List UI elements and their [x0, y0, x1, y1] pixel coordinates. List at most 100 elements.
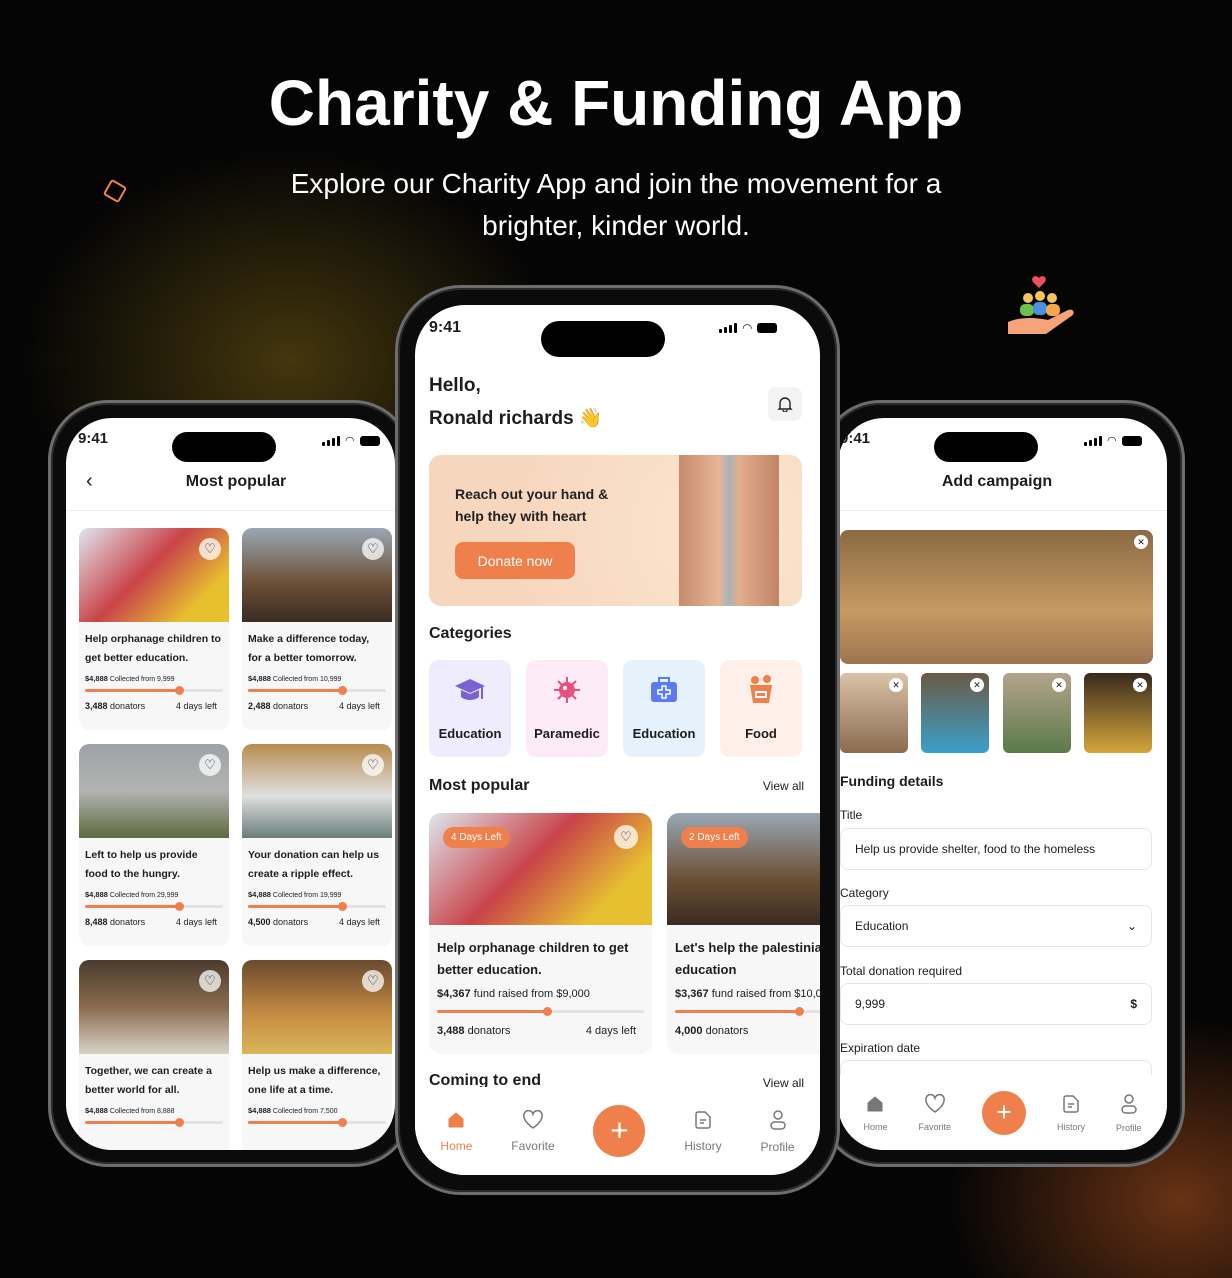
category-paramedic[interactable]: Paramedic	[526, 660, 608, 757]
donate-now-button[interactable]: Donate now	[455, 542, 575, 579]
fund-raised: $4,367 fund raised from $9,000	[437, 988, 590, 1000]
screen-title: Add campaign	[941, 473, 1053, 490]
card-title: Help orphanage children to get better ed…	[437, 940, 629, 977]
card-title: Together, we can create a better world f…	[85, 1065, 213, 1096]
favorite-heart-icon[interactable]: ♡	[199, 970, 221, 992]
popular-campaign-card[interactable]: 4 Days Left ♡ Help orphanage children to …	[429, 813, 652, 1054]
category-education[interactable]: Education	[429, 660, 511, 757]
title-label: Title	[840, 808, 863, 822]
category-food[interactable]: Food	[720, 660, 802, 757]
favorite-heart-icon[interactable]: ♡	[614, 825, 638, 849]
progress-bar	[437, 1007, 644, 1016]
home-screen: 9:41 ◠ Hello, Ronald richards 👋 Reach ou…	[415, 305, 820, 1175]
nav-history[interactable]: History	[1057, 1094, 1085, 1132]
nav-home[interactable]: Home	[863, 1094, 888, 1132]
days-left: 4 days left	[585, 1025, 636, 1037]
remove-image-button[interactable]: ✕	[1133, 678, 1147, 692]
progress-bar	[85, 902, 223, 911]
campaign-card[interactable]: ♡ Left to help us provide food to the hu…	[79, 744, 229, 946]
title-input[interactable]: Help us provide shelter, food to the hom…	[840, 828, 1152, 870]
status-time: 9:41	[78, 430, 109, 447]
card-title: Left to help us provide food to the hung…	[85, 849, 198, 880]
nav-favorite[interactable]: Favorite	[511, 1109, 555, 1153]
hands-jar-image	[679, 455, 779, 606]
add-campaign-button[interactable]: +	[593, 1105, 646, 1157]
favorite-heart-icon[interactable]: ♡	[199, 754, 221, 776]
days-left-badge: 4 Days Left	[443, 827, 510, 848]
favorite-heart-icon[interactable]: ♡	[362, 970, 384, 992]
bottom-nav: Home Favorite + History Profile	[838, 1075, 1167, 1150]
status-time: 9:41	[840, 430, 871, 447]
nav-history[interactable]: History	[684, 1110, 722, 1153]
bell-icon	[777, 397, 793, 412]
nav-home[interactable]: Home	[440, 1110, 472, 1153]
most-popular-screen: 9:41 ◠ ‹ Most popular ♡ Help orphanage c…	[66, 418, 395, 1150]
campaign-image: ♡	[79, 744, 229, 838]
favorite-heart-icon[interactable]: ♡	[199, 538, 221, 560]
amount-input[interactable]: 9,999 $	[840, 983, 1152, 1025]
campaign-main-image: ✕	[840, 530, 1153, 664]
campaign-card[interactable]: ♡ Your donation can help us create a rip…	[242, 744, 392, 946]
campaign-card[interactable]: ♡ Help orphanage children to get better …	[79, 528, 229, 730]
title-value: Help us provide shelter, food to the hom…	[855, 842, 1096, 856]
donators-count: 4,500 donators	[248, 917, 309, 927]
campaign-image: ♡	[242, 960, 392, 1054]
first-aid-kit-icon	[648, 675, 680, 708]
currency-symbol: $	[1130, 997, 1137, 1011]
charity-hand-icon	[1008, 276, 1074, 334]
nav-label: Favorite	[511, 1138, 555, 1153]
donators-count: 8,488 donators	[85, 917, 146, 927]
nav-profile[interactable]: Profile	[761, 1109, 795, 1154]
progress-bar	[85, 1118, 223, 1127]
category-label: Paramedic	[534, 726, 600, 741]
nav-label: Profile	[1115, 1122, 1142, 1133]
nav-label: Home	[440, 1138, 473, 1153]
heart-icon	[522, 1109, 544, 1133]
plus-icon: +	[996, 1097, 1012, 1127]
greeting: Hello,	[429, 375, 481, 396]
plus-icon: +	[610, 1113, 629, 1148]
campaign-image: ♡	[79, 960, 229, 1054]
notification-button[interactable]	[768, 387, 802, 421]
campaign-card[interactable]: ♡ Help us make a difference, one life at…	[242, 960, 392, 1150]
remove-image-button[interactable]: ✕	[1052, 678, 1066, 692]
donators-count: 3,488 donators	[437, 1025, 511, 1037]
status-icons: ◠	[322, 434, 380, 447]
nav-label: History	[684, 1138, 722, 1153]
categories-title: Categories	[429, 625, 512, 642]
campaign-card[interactable]: ♡ Make a difference today, for a better …	[242, 528, 392, 730]
view-all-link[interactable]: View all	[763, 779, 804, 793]
food-box-icon	[746, 673, 776, 708]
progress-bar	[248, 686, 386, 695]
category-education[interactable]: Education	[623, 660, 705, 757]
remove-image-button[interactable]: ✕	[889, 678, 903, 692]
popular-campaign-card[interactable]: 2 Days Left Let's help the palestinian e…	[667, 813, 820, 1054]
collected-amount: $4,888 Collected from 10,999	[248, 674, 342, 683]
add-campaign-button[interactable]: +	[981, 1090, 1026, 1135]
days-left: 4 days left	[338, 701, 380, 711]
thumbnail-image: ✕	[1084, 673, 1152, 753]
document-icon	[1061, 1094, 1081, 1116]
collected-amount: $4,888 Collected from 8,888	[85, 1106, 175, 1115]
card-title: Your donation can help us create a rippl…	[248, 849, 380, 880]
category-select[interactable]: Education ⌄	[840, 905, 1152, 947]
home-icon	[446, 1110, 466, 1133]
remove-image-button[interactable]: ✕	[970, 678, 984, 692]
nav-favorite[interactable]: Favorite	[918, 1093, 951, 1132]
donators-count: 3,488 donators	[85, 701, 146, 711]
nav-label: History	[1056, 1121, 1085, 1132]
days-left: 4 days left	[175, 701, 217, 711]
collected-amount: $4,888 Collected from 9,999	[85, 674, 175, 683]
favorite-heart-icon[interactable]: ♡	[362, 754, 384, 776]
hero-subtitle: Explore our Charity App and join the mov…	[290, 168, 942, 241]
category-value: Education	[855, 919, 909, 933]
add-campaign-screen: 9:41 ◠ Add campaign ✕ ✕ ✕ ✕ ✕ Funding de…	[838, 418, 1167, 1150]
nav-profile[interactable]: Profile	[1115, 1093, 1142, 1133]
campaign-card[interactable]: ♡ Together, we can create a better world…	[79, 960, 229, 1150]
category-label: Education	[632, 726, 696, 741]
campaign-image: ♡	[242, 528, 392, 622]
screen-title: Most popular	[185, 473, 287, 490]
user-name: Ronald richards 👋	[429, 408, 603, 429]
remove-image-button[interactable]: ✕	[1134, 535, 1148, 549]
favorite-heart-icon[interactable]: ♡	[362, 538, 384, 560]
